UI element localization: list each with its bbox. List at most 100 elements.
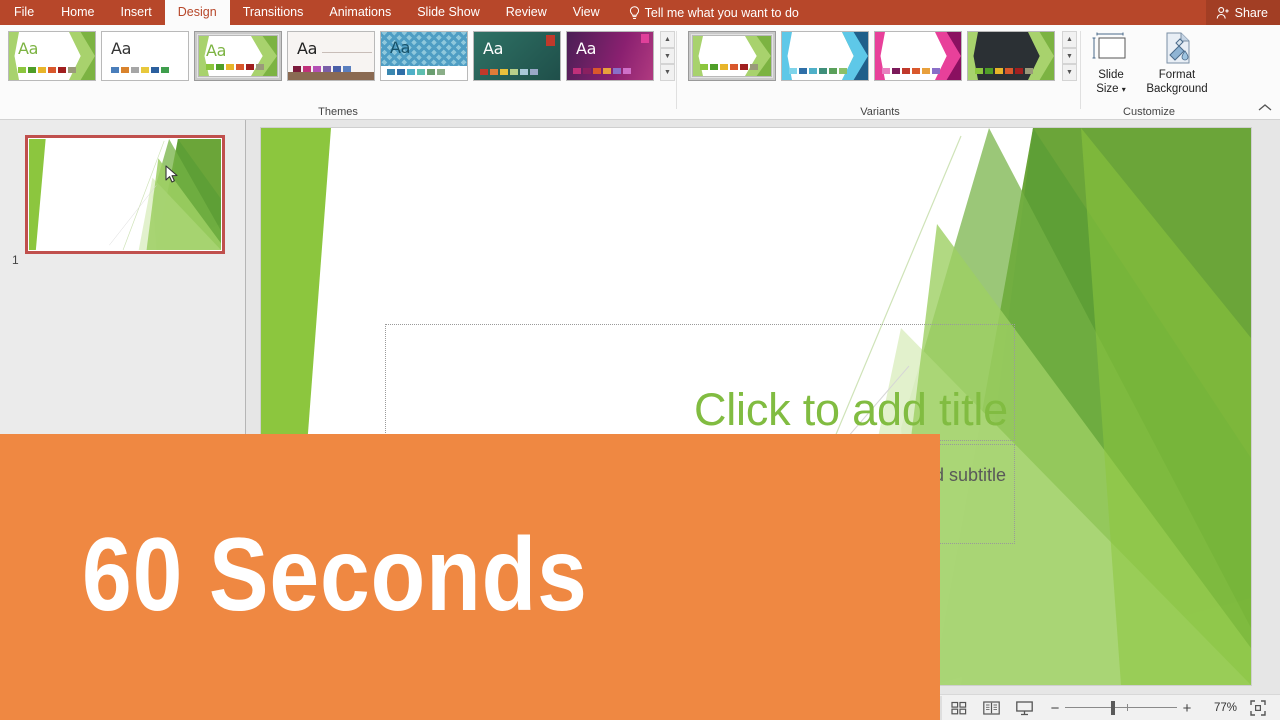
variants-scroll-up-button[interactable]: ▲: [1062, 31, 1077, 48]
title-placeholder-text: Click to add title: [693, 384, 1008, 435]
slide-size-label: Slide Size ▾: [1096, 69, 1126, 95]
ribbon-tab-bar: File Home Insert Design Transitions Anim…: [0, 0, 1280, 25]
slide-thumbnail-content: [29, 139, 221, 250]
theme-aa-label: Aa: [390, 38, 411, 57]
reading-view-icon: [983, 701, 1000, 715]
theme-aa-label: Aa: [297, 39, 318, 58]
zoom-slider-handle[interactable]: [1111, 701, 1115, 715]
theme-swatches: [293, 66, 351, 72]
facet-left-shape: [693, 36, 703, 76]
theme-swatches: [18, 67, 76, 73]
theme-item-0[interactable]: Aa: [8, 31, 96, 81]
share-button[interactable]: Share: [1205, 0, 1280, 25]
tell-me-box[interactable]: Tell me what you want to do: [629, 0, 799, 25]
variant-item-1[interactable]: [781, 31, 869, 81]
badge-tag: [546, 35, 555, 46]
slide-show-icon: [1016, 700, 1033, 715]
lightbulb-icon: [629, 5, 639, 19]
slide-sorter-button[interactable]: [942, 696, 975, 720]
theme-item-1[interactable]: Aa: [101, 31, 189, 81]
reading-view-button[interactable]: [975, 696, 1008, 720]
tab-view[interactable]: View: [560, 0, 613, 25]
theme-item-5[interactable]: Aa: [473, 31, 561, 81]
format-background-button[interactable]: Format Background: [1138, 31, 1216, 96]
tab-review[interactable]: Review: [493, 0, 560, 25]
facet-thumbnail-graphic: [29, 139, 221, 250]
zoom-track-midpoint: [1127, 704, 1128, 711]
fit-slide-to-window-button[interactable]: [1241, 696, 1274, 720]
tab-design[interactable]: Design: [164, 0, 230, 25]
wisp-rule: [322, 52, 372, 53]
variants-scroll-buttons: ▲ ▼ ▼: [1062, 31, 1077, 82]
tab-slide-show[interactable]: Slide Show: [404, 0, 493, 25]
wisp-ground: [288, 72, 374, 80]
theme-item-3[interactable]: Aa: [287, 31, 375, 81]
theme-aa-label: Aa: [206, 41, 227, 60]
ribbon-group-themes: Aa Aa Aa Aa Aa Aa Aa ▲ ▼ ▼ Themes: [0, 25, 677, 120]
tab-file[interactable]: File: [0, 0, 48, 25]
slide-size-icon: [1092, 32, 1126, 59]
status-bar-right-controls: − + 77%: [909, 695, 1274, 720]
variants-gallery: [688, 31, 1055, 81]
zoom-in-button[interactable]: +: [1177, 700, 1197, 717]
tell-me-label: Tell me what you want to do: [644, 5, 799, 20]
format-background-icon: [1166, 32, 1190, 64]
mouse-cursor-icon: [165, 165, 178, 183]
zoom-out-button[interactable]: −: [1045, 700, 1065, 717]
themes-scroll-up-button[interactable]: ▲: [660, 31, 675, 48]
variant-swatches: [975, 68, 1033, 74]
facet-right-shape: [745, 36, 771, 76]
theme-swatches: [206, 64, 264, 70]
powerpoint-window: File Home Insert Design Transitions Anim…: [0, 0, 1280, 720]
format-background-label: Format Background: [1146, 69, 1208, 95]
themes-scroll-buttons: ▲ ▼ ▼: [660, 31, 675, 82]
themes-group-label: Themes: [318, 106, 358, 118]
ribbon-group-variants: ▲ ▼ ▼ Variants: [680, 25, 1081, 120]
slide-thumbnail-1[interactable]: [25, 135, 225, 254]
chevron-up-icon: [1258, 104, 1272, 111]
theme-swatches: [111, 67, 169, 73]
theme-swatches: [480, 69, 538, 75]
themes-more-button[interactable]: ▼: [660, 64, 675, 82]
title-placeholder[interactable]: Click to add title: [385, 324, 1015, 441]
theme-aa-label: Aa: [483, 39, 504, 58]
theme-item-6[interactable]: Aa: [566, 31, 654, 81]
variant-swatches: [789, 68, 847, 74]
variant-swatches: [700, 64, 758, 70]
variants-scroll-down-button[interactable]: ▼: [1062, 47, 1077, 65]
theme-item-4[interactable]: Aa: [380, 31, 468, 81]
facet-right-shape: [251, 36, 277, 76]
zoom-slider-track[interactable]: [1065, 701, 1177, 715]
theme-swatches: [387, 69, 445, 75]
group-separator: [1080, 31, 1081, 109]
variant-item-3[interactable]: [967, 31, 1055, 81]
video-title-overlay-text: 60 Seconds: [82, 517, 588, 633]
collapse-ribbon-button[interactable]: [1258, 103, 1272, 115]
tab-animations[interactable]: Animations: [316, 0, 404, 25]
ribbon-group-customize: Slide Size ▾ Format Background Customize: [1082, 25, 1208, 120]
variants-more-button[interactable]: ▼: [1062, 64, 1077, 82]
themes-scroll-down-button[interactable]: ▼: [660, 47, 675, 65]
theme-swatches: [573, 68, 631, 74]
zoom-level-label[interactable]: 77%: [1201, 702, 1237, 714]
ribbon-body: Aa Aa Aa Aa Aa Aa Aa ▲ ▼ ▼ Themes ▲ ▼ ▼ …: [0, 25, 1280, 120]
zoom-track-line: [1065, 707, 1177, 708]
customize-group-label: Customize: [1123, 106, 1175, 118]
slide-show-button[interactable]: [1008, 696, 1041, 720]
zoom-slider[interactable]: − +: [1045, 700, 1197, 717]
theme-aa-label: Aa: [576, 39, 597, 58]
variant-swatches: [882, 68, 940, 74]
theme-item-2-selected[interactable]: Aa: [194, 31, 282, 81]
tab-home[interactable]: Home: [48, 0, 107, 25]
themes-gallery: Aa Aa Aa Aa Aa Aa Aa: [8, 31, 654, 81]
share-person-icon: [1216, 6, 1229, 19]
group-separator: [676, 31, 677, 109]
theme-aa-label: Aa: [18, 39, 39, 58]
variant-item-2[interactable]: [874, 31, 962, 81]
vapor-tag: [641, 34, 649, 43]
slide-number-label: 1: [12, 253, 19, 267]
tab-transitions[interactable]: Transitions: [230, 0, 317, 25]
variant-item-0-selected[interactable]: [688, 31, 776, 81]
tab-insert[interactable]: Insert: [108, 0, 165, 25]
slide-size-button[interactable]: Slide Size ▾: [1082, 31, 1140, 97]
